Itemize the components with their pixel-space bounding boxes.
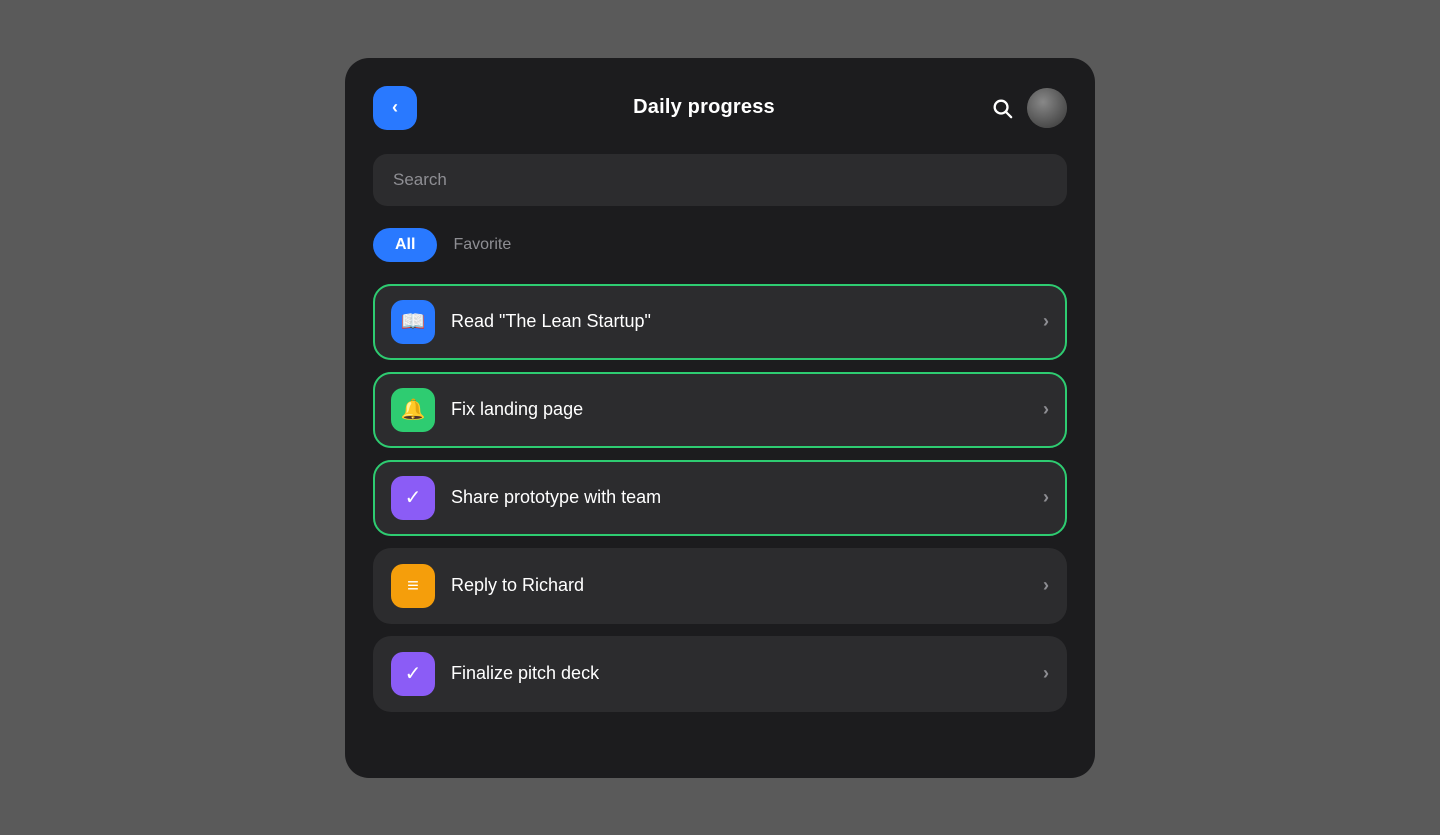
task-1-icon: 📖: [401, 312, 426, 332]
chevron-right-icon: ›: [1043, 575, 1049, 596]
task-icon: ≡: [391, 564, 435, 608]
task-icon: 🔔: [391, 388, 435, 432]
task-label: Finalize pitch deck: [451, 663, 1043, 684]
task-item[interactable]: ✓ Share prototype with team›: [373, 460, 1067, 536]
task-label: Reply to Richard: [451, 575, 1043, 596]
task-item[interactable]: ✓ Finalize pitch deck›: [373, 636, 1067, 712]
search-input[interactable]: [373, 154, 1067, 206]
tab-favorite[interactable]: Favorite: [453, 236, 511, 254]
header-icons: [991, 88, 1067, 128]
task-3-icon: ✓: [405, 488, 422, 508]
task-icon: ✓: [391, 652, 435, 696]
chevron-right-icon: ›: [1043, 487, 1049, 508]
chevron-right-icon: ›: [1043, 663, 1049, 684]
task-item[interactable]: ≡ Reply to Richard›: [373, 548, 1067, 624]
back-button[interactable]: ‹: [373, 86, 417, 130]
search-icon-button[interactable]: [991, 97, 1013, 119]
task-icon: ✓: [391, 476, 435, 520]
task-item[interactable]: 🔔 Fix landing page›: [373, 372, 1067, 448]
back-arrow-icon: ‹: [392, 97, 398, 118]
avatar[interactable]: [1027, 88, 1067, 128]
app-card: ‹ Daily progress All Favorite 📖 Read "The…: [345, 58, 1095, 778]
task-4-icon: ≡: [407, 576, 419, 596]
task-icon: 📖: [391, 300, 435, 344]
search-icon: [991, 97, 1013, 119]
task-label: Share prototype with team: [451, 487, 1043, 508]
filter-tabs: All Favorite: [373, 228, 1067, 262]
avatar-image: [1027, 88, 1067, 128]
task-2-icon: 🔔: [401, 400, 426, 420]
tab-all[interactable]: All: [373, 228, 437, 262]
chevron-right-icon: ›: [1043, 399, 1049, 420]
chevron-right-icon: ›: [1043, 311, 1049, 332]
task-item[interactable]: 📖 Read "The Lean Startup"›: [373, 284, 1067, 360]
task-5-icon: ✓: [405, 664, 422, 684]
task-label: Read "The Lean Startup": [451, 311, 1043, 332]
page-title: Daily progress: [633, 96, 775, 119]
header: ‹ Daily progress: [373, 86, 1067, 130]
task-label: Fix landing page: [451, 399, 1043, 420]
task-list: 📖Read "The Lean Startup"›🔔Fix landing pa…: [373, 284, 1067, 712]
